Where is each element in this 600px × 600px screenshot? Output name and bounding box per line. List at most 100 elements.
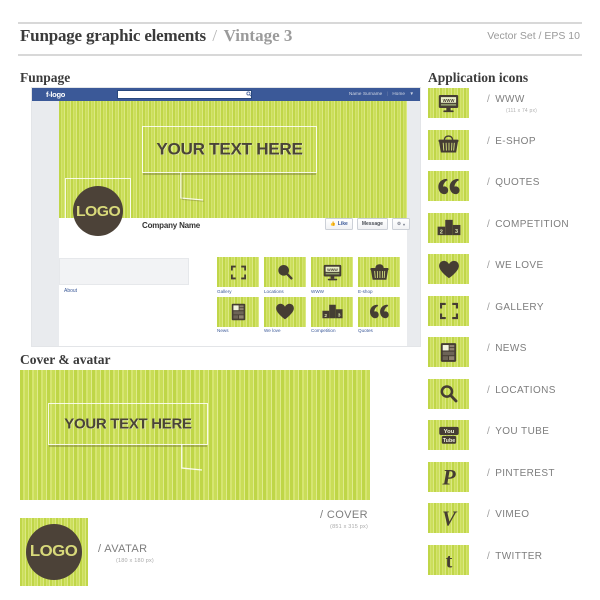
avatar-sample: LOGO [20,518,88,586]
app-icon-row-twitter[interactable]: t / TWITTER [428,544,600,587]
quotes-icon [358,297,400,327]
slash: / [487,384,491,396]
section-heading-funpage: Funpage [20,70,71,85]
tile-background: 2 3 [311,296,353,327]
grid-item-label: Quotes [358,328,373,333]
message-button[interactable]: Message [356,218,388,230]
app-icon-row-pinterest[interactable]: P / PINTEREST [428,461,600,504]
app-icon-label: / WE LOVE [487,260,544,271]
magnifier-icon [428,379,469,409]
slash: / [487,550,491,562]
app-icon-row-gallery[interactable]: / GALLERY [428,295,600,338]
chevron-down-icon[interactable]: ▼ [409,91,414,96]
app-icon-row-youtube[interactable]: You Tube / YOU TUBE [428,420,600,462]
grid-item-label: Gallery [217,288,232,294]
about-link[interactable]: About [64,288,77,294]
slash: / [487,135,491,147]
settings-button[interactable]: ⚙ ▾ [391,218,410,230]
pinterest-icon: P [428,462,469,492]
page-actions: 👍 Like Message ⚙ ▾ [325,218,410,230]
like-button[interactable]: 👍 Like [325,218,353,230]
avatar-dimensions: (180 x 180 px) [116,558,154,564]
slash: / [487,426,491,437]
app-icon-label: / VIMEO [487,509,529,520]
tile-background [428,337,469,367]
app-icon-row-vimeo[interactable]: V / VIMEO [428,503,600,545]
chevron-down-icon: ▾ [402,221,405,227]
grid-item-label: Locations [264,288,284,294]
cover-caption: / COVER (851 x 315 px) [320,505,368,530]
grid-item-www[interactable]: WWW WWW [311,257,353,294]
bubble-text: YOUR TEXT HERE [156,140,303,158]
grid-row: Gallery Locations WWW WWW E-shop [217,257,403,294]
search-input[interactable] [117,90,252,99]
label-text: GALLERY [495,301,544,313]
label-text: VIMEO [495,509,530,520]
label-text: COMPETITION [495,218,570,230]
app-icon-label: / GALLERY [487,302,544,313]
basket-icon [358,257,400,287]
account-menu[interactable]: Name Surname | Home ▼ [349,91,414,96]
svg-text:2: 2 [324,313,327,319]
search-icon[interactable] [246,91,252,97]
tile-background [264,296,306,327]
label-text: TWITTER [495,550,543,562]
grid-item-locations[interactable]: Locations [264,257,306,294]
app-icon-dimensions: (111 x 74 px) [506,108,538,114]
newspaper-icon [217,297,259,327]
grid-item-news[interactable]: News [217,296,259,333]
tile-background [428,378,469,409]
app-icon-label: / WWW [487,94,525,105]
grid-item-quotes[interactable]: Quotes [358,296,400,333]
twitter-icon: t [428,545,469,575]
app-icon-label: / TWITTER [487,551,542,562]
svg-text:P: P [441,466,456,488]
bubble-tail-icon [180,172,206,202]
app-icon-label: / E-SHOP [487,136,536,147]
cover-label-text: / COVER [319,509,368,521]
tile-background [428,129,469,160]
tile-background [358,296,400,327]
grid-item-competition[interactable]: 2 3 Competition [311,296,353,333]
label-text: NEWS [495,343,527,354]
grid-item-label: E-shop [358,288,373,294]
grid-item-eshop[interactable]: E-shop [358,257,400,294]
tile-background: WWW [311,257,353,287]
tile-background [358,257,400,287]
user-name: Name Surname [348,91,383,96]
label-text: QUOTES [495,177,540,188]
label-text: PINTEREST [495,467,555,479]
avatar[interactable]: LOGO [73,186,123,236]
grid-item-welove[interactable]: We love [264,296,306,333]
brand-logo[interactable]: f-logo [46,90,65,99]
tile-background: You Tube [428,420,469,450]
funpage-icon-grid: Gallery Locations WWW WWW E-shop News We… [217,257,403,336]
gear-icon: ⚙ [396,221,401,226]
thumbs-up-icon: 👍 [330,221,336,226]
monitor-www-icon: WWW [428,88,469,118]
app-icon-row-eshop[interactable]: / E-SHOP [428,129,600,172]
app-icon-row-locations[interactable]: / LOCATIONS [428,378,600,421]
quotes-icon [428,171,469,201]
grid-item-gallery[interactable]: Gallery [217,257,259,294]
grid-item-label: We love [264,328,281,333]
tile-background: V [428,503,469,533]
avatar-circle: LOGO [26,524,82,580]
page-title-company: Company Name [142,221,201,230]
app-icon-row-www[interactable]: WWW / WWW (111 x 74 px) [428,88,600,130]
tile-background: t [428,544,469,575]
svg-text:3: 3 [337,312,340,318]
slash: / [487,343,491,354]
cover-speech-bubble: YOUR TEXT HERE [142,126,317,175]
grid-item-label: News [217,328,229,333]
app-icon-row-quotes[interactable]: / QUOTES [428,171,600,213]
avatar-label-text: / AVATAR [98,543,148,555]
message-label: Message [361,221,383,227]
funpage-mockup: f-logo Name Surname | Home ▼ YOUR TEXT H… [32,88,420,346]
home-link[interactable]: Home [392,91,405,96]
app-icon-row-welove[interactable]: / WE LOVE [428,254,600,296]
podium-icon: 2 3 [311,297,353,327]
app-icon-row-competition[interactable]: 2 3 / COMPETITION [428,212,600,255]
app-icon-row-news[interactable]: / NEWS [428,337,600,379]
app-icon-label: / LOCATIONS [487,385,556,396]
